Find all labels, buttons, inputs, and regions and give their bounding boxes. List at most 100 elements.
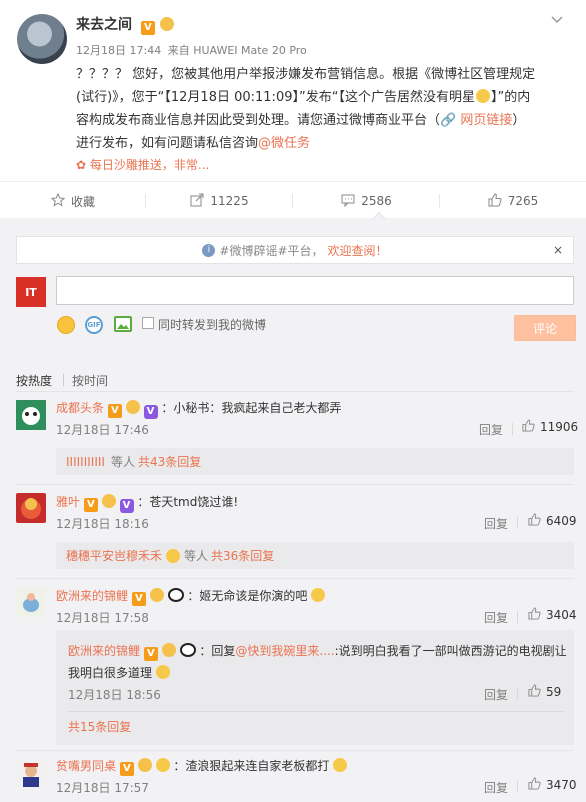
mention-link[interactable]: @微任务 xyxy=(258,136,310,151)
sort-hot-tab[interactable]: 按热度 xyxy=(16,372,52,389)
comment-text: ：小秘书：我疯起来自己老大都弄 xyxy=(161,401,342,415)
sync-repost-label: 同时转发到我的微博 xyxy=(158,318,267,332)
comment-text: ：姬无命该是你演的吧 xyxy=(187,589,308,603)
thumbs-up-icon xyxy=(528,777,541,793)
vip-badge-icon[interactable]: V xyxy=(140,21,155,35)
emoji-icon xyxy=(155,758,170,772)
comment-time: 12月18日 17:57 xyxy=(56,781,149,795)
comment-button[interactable]: 2586 xyxy=(293,182,440,220)
fan-badge-icon[interactable] xyxy=(149,588,164,602)
vip-badge-icon[interactable]: V xyxy=(107,404,122,418)
fan-badge-icon[interactable] xyxy=(101,494,116,508)
gif-icon[interactable]: GIF xyxy=(85,316,103,334)
close-icon[interactable]: × xyxy=(553,243,563,257)
thumbs-up-icon xyxy=(528,513,541,529)
thumbs-up-icon xyxy=(522,419,535,435)
commenter-avatar[interactable] xyxy=(16,759,46,789)
commenter-name[interactable]: 成都头条 xyxy=(56,401,104,415)
replies-summary: IIIIIIIIIII 等人 共43条回复 xyxy=(56,448,574,475)
emoji-icon xyxy=(166,548,181,563)
thumbs-up-icon xyxy=(488,192,502,210)
commenter-name[interactable]: 雅叶 xyxy=(56,495,80,509)
comment-time: 12月18日 17:46 xyxy=(56,423,149,437)
post-date[interactable]: 12月18日 17:44 xyxy=(76,44,161,57)
author-avatar[interactable] xyxy=(17,14,67,64)
purple-badge-icon[interactable]: V xyxy=(143,405,158,419)
comment-header: 雅叶 V V ：苍天tmd饶过谁! xyxy=(56,493,238,513)
commenter-name[interactable]: 贫嘴男同桌 xyxy=(56,759,116,773)
comment-like-button[interactable]: 11906 xyxy=(522,419,578,435)
info-icon: i xyxy=(202,243,216,257)
author-name[interactable]: 来去之间 xyxy=(76,17,132,33)
post-content: ？？？？ 您好，您被其他用户举报涉嫌发布营销信息。根据《微博社区管理规定 (试行… xyxy=(76,67,536,151)
replies-summary: 穗穗平安岜穆禾禾 等人 共36条回复 xyxy=(56,542,574,569)
purple-badge-icon[interactable]: V xyxy=(119,499,134,513)
fan-badge-icon[interactable] xyxy=(125,400,140,414)
reply-button[interactable]: 回复 xyxy=(484,515,508,532)
comment-time: 12月18日 18:16 xyxy=(56,517,149,531)
nested-reply: 欧洲来的锦鲤 V ：回复@快到我碗里来....:说到明白我看了一部叫做西游记的电… xyxy=(68,643,567,680)
reply-button[interactable]: 回复 xyxy=(484,609,508,626)
comment-time: 12月18日 18:56 xyxy=(68,688,161,702)
comment-like-button[interactable]: 3470 xyxy=(528,777,577,793)
vip-badge-icon[interactable]: V xyxy=(143,647,158,661)
view-replies-link[interactable]: 共43条回复 xyxy=(138,453,201,470)
fan-badge-icon[interactable] xyxy=(137,758,152,772)
vip-badge-icon[interactable]: V xyxy=(119,762,134,776)
comment-header: 成都头条 V V ：小秘书：我疯起来自己老大都弄 xyxy=(56,399,341,419)
reply-button[interactable]: 回复 xyxy=(484,779,508,796)
repost-button[interactable]: 11225 xyxy=(146,182,293,220)
action-bar: 收藏 11225 2586 7265 xyxy=(0,181,586,219)
view-replies-link[interactable]: 共15条回复 xyxy=(68,718,131,735)
member-badge-icon[interactable] xyxy=(159,17,174,31)
commenter-name[interactable]: 欧洲来的锦鲤 xyxy=(56,589,128,603)
comment-input[interactable] xyxy=(56,276,574,305)
emoji-icon xyxy=(311,588,326,602)
vip-badge-icon[interactable]: V xyxy=(131,592,146,606)
view-replies-link[interactable]: 共36条回复 xyxy=(211,547,274,564)
emoji-picker-icon[interactable] xyxy=(57,316,75,334)
comment-time: 12月18日 17:58 xyxy=(56,611,149,625)
thumbs-up-icon xyxy=(528,684,541,700)
star-icon xyxy=(50,192,66,210)
commenter-name[interactable]: 欧洲来的锦鲤 xyxy=(68,644,140,658)
web-link[interactable]: 🔗 网页链接 xyxy=(440,113,512,128)
link-icon: 🔗 xyxy=(440,113,461,128)
reply-button[interactable]: 回复 xyxy=(479,421,503,438)
reply-button[interactable]: 回复 xyxy=(484,686,508,703)
emoji-icon xyxy=(333,758,348,772)
repost-icon xyxy=(190,193,204,210)
panda-icon xyxy=(167,588,184,602)
panda-icon xyxy=(179,643,196,657)
notice-link[interactable]: 欢迎查阅！ xyxy=(328,242,388,259)
emoji-icon xyxy=(475,89,490,103)
comment-header: 欧洲来的锦鲤 V ：姬无命该是你演的吧 xyxy=(56,587,326,606)
mention-link[interactable]: @快到我碗里来.... xyxy=(235,644,334,658)
image-icon[interactable] xyxy=(114,316,132,332)
submit-comment-button[interactable]: 评论 xyxy=(514,315,576,341)
commenter-avatar[interactable] xyxy=(16,400,46,430)
commenter-avatar[interactable] xyxy=(16,493,46,523)
vip-badge-icon[interactable]: V xyxy=(83,498,98,512)
my-avatar[interactable]: IT xyxy=(16,277,46,307)
thumbs-up-icon xyxy=(528,607,541,623)
comment-like-button[interactable]: 59 xyxy=(528,684,561,700)
rumor-notice: i #微博辟谣#平台， 欢迎查阅！ × xyxy=(16,236,574,264)
chevron-down-icon[interactable] xyxy=(550,13,564,27)
favorite-button[interactable]: 收藏 xyxy=(0,182,146,220)
source-icon: ✿ xyxy=(76,158,90,172)
comment-text: ：苍天tmd饶过谁! xyxy=(137,495,239,509)
sort-time-tab[interactable]: 按时间 xyxy=(72,372,108,389)
source-link[interactable]: ✿ 每日沙雕推送，非常... xyxy=(76,156,209,173)
post-meta: 12月18日 17:44 来自 HUAWEI Mate 20 Pro xyxy=(76,44,307,57)
comment-like-button[interactable]: 3404 xyxy=(528,607,577,623)
comment-icon xyxy=(341,193,355,210)
post-device[interactable]: HUAWEI Mate 20 Pro xyxy=(193,44,307,57)
comment-like-button[interactable]: 6409 xyxy=(528,513,577,529)
commenter-avatar[interactable] xyxy=(16,587,46,617)
like-button[interactable]: 7265 xyxy=(440,182,586,220)
emoji-icon xyxy=(155,665,170,679)
fan-badge-icon[interactable] xyxy=(161,643,176,657)
comment-text: ：渣浪狠起来连自家老板都打 xyxy=(173,759,330,773)
sync-repost-checkbox[interactable] xyxy=(142,317,154,329)
